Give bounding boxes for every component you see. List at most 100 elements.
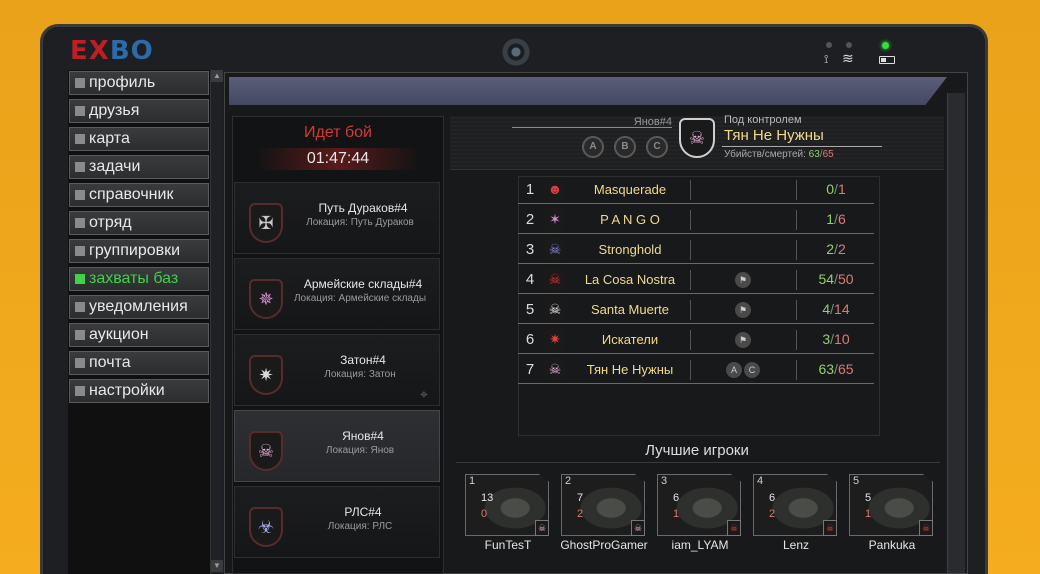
captured-points: ⚑: [698, 272, 788, 288]
sidebar-scrollbar[interactable]: ▲ ▼: [210, 70, 223, 574]
kd-stats: Убийств/смертей: 63/65: [724, 149, 834, 160]
divider: [796, 210, 797, 230]
nav-item[interactable]: захваты баз: [69, 267, 209, 291]
header-bar: [229, 77, 947, 105]
scroll-down-icon[interactable]: ▼: [211, 560, 223, 572]
nav-item-label: почта: [89, 354, 131, 371]
clan-emblem-icon: ☠: [249, 431, 283, 471]
player-deaths: 1: [673, 508, 680, 520]
player-name: FunTesT: [484, 538, 532, 552]
nav-item[interactable]: аукцион: [69, 323, 209, 347]
controlling-clan[interactable]: Тян Не Нужны: [724, 127, 824, 144]
battle-card[interactable]: ✷ Затон#4 Локация: Затон: [234, 334, 440, 406]
battle-status-title: Идет бой: [304, 124, 372, 141]
deaths: 65: [837, 361, 854, 377]
table-row[interactable]: 2 ✶ P A N G O 1/6: [518, 206, 874, 234]
kd-label: Убийств/смертей:: [724, 149, 806, 160]
rank-number: 3: [525, 241, 535, 258]
player-card[interactable]: 3 6 1 ☠ iam_LYAM: [657, 474, 743, 554]
player-deaths: 2: [577, 508, 584, 520]
point-b-badge: B: [614, 136, 636, 158]
player-kills: 6: [673, 492, 680, 504]
player-card[interactable]: 2 7 2 ☠ GhostProGamer: [560, 474, 648, 554]
clan-name: La Cosa Nostra: [584, 272, 676, 287]
table-row[interactable]: 5 ☠ Santa Muerte ⚑ 4/14: [518, 296, 874, 324]
nav-item[interactable]: профиль: [69, 71, 209, 95]
status-icons: ⟟ ≋: [824, 40, 904, 68]
nav-item-label: справочник: [89, 186, 174, 203]
table-row[interactable]: 3 ☠ Stronghold 2/2: [518, 236, 874, 264]
player-deaths: 0: [481, 508, 488, 520]
kd-kills: 63: [808, 149, 820, 160]
rank-number: 7: [525, 361, 535, 378]
kills: 63: [818, 361, 835, 377]
table-row[interactable]: 4 ☠ La Cosa Nostra ⚑ 54/50: [518, 266, 874, 294]
nav-item[interactable]: отряд: [69, 211, 209, 235]
nav-item[interactable]: настройки: [69, 379, 209, 403]
rank-number: 5: [525, 301, 535, 318]
nav-item-label: задачи: [89, 158, 141, 175]
nav-item[interactable]: уведомления: [69, 295, 209, 319]
clan-badge-icon: ☠: [919, 520, 933, 536]
kill-death-score: 4/14: [822, 301, 850, 317]
battery-icon: [879, 56, 895, 64]
nav-item[interactable]: карта: [69, 127, 209, 151]
owner-clan-emblem-icon: ☠: [679, 118, 715, 158]
player-name: iam_LYAM: [671, 538, 729, 552]
battle-name: Янов#4: [342, 429, 384, 443]
clan-emblem-icon: ☠: [544, 268, 566, 292]
nav-bullet-icon: [75, 78, 85, 88]
player-deaths: 1: [865, 508, 872, 520]
nav-item[interactable]: задачи: [69, 155, 209, 179]
kd-deaths: 65: [822, 149, 834, 160]
nav-item-label: захваты баз: [89, 270, 179, 287]
battle-location: Локация: Армейские склады: [293, 293, 427, 304]
camera-icon: [502, 38, 530, 66]
nav-bullet-icon: [75, 330, 85, 340]
battle-card[interactable]: ☠ Янов#4 Локация: Янов: [234, 410, 440, 482]
clan-badge-icon: ☠: [727, 520, 741, 536]
nav-bullet-icon: [75, 246, 85, 256]
battle-name: Армейские склады#4: [303, 277, 423, 291]
rank-number: 6: [525, 331, 535, 348]
indicator-dot: [846, 42, 852, 48]
battle-card[interactable]: ✵ Армейские склады#4 Локация: Армейские ск…: [234, 258, 440, 330]
nav-item[interactable]: друзья: [69, 99, 209, 123]
table-row[interactable]: 6 ✷ Искатели ⚑ 3/10: [518, 326, 874, 354]
power-led-icon: [882, 42, 889, 49]
player-card[interactable]: 5 5 1 ☠ Pankuka: [849, 474, 935, 554]
nav-item[interactable]: почта: [69, 351, 209, 375]
nav-item-label: аукцион: [89, 326, 149, 343]
rank-number: 4: [525, 271, 535, 288]
clan-emblem-icon: ☠: [544, 238, 566, 262]
antenna-icon: ⟟: [824, 52, 829, 66]
clan-badge-icon: ☠: [823, 520, 837, 536]
nav-item[interactable]: справочник: [69, 183, 209, 207]
scroll-up-icon[interactable]: ▲: [211, 70, 223, 82]
player-kills: 5: [865, 492, 872, 504]
flag-icon: ⚑: [735, 272, 751, 288]
clan-emblem-icon: ☣: [249, 507, 283, 547]
table-row[interactable]: 7 ☠ Тян Не Нужны A C 63/65: [518, 356, 874, 384]
battle-card[interactable]: ✠ Путь Дураков#4 Локация: Путь Дураков: [234, 182, 440, 254]
divider: [796, 330, 797, 350]
clan-emblem-icon: ✷: [544, 328, 566, 352]
deaths: 6: [837, 211, 846, 227]
player-card[interactable]: 1 13 0 ☠ FunTesT: [465, 474, 551, 554]
clan-emblem-icon: ✵: [249, 279, 283, 319]
nav-item[interactable]: группировки: [69, 239, 209, 263]
divider: [690, 330, 691, 350]
clan-name: Stronghold: [598, 242, 662, 257]
battle-location: Локация: Путь Дураков: [306, 217, 414, 228]
nav-item-label: группировки: [89, 242, 181, 259]
table-row[interactable]: 1 ☻ Masquerade 0/1: [518, 176, 874, 204]
divider: [690, 360, 691, 380]
exbo-logo: EXBO: [70, 36, 154, 66]
divider: [690, 270, 691, 290]
player-card[interactable]: 4 6 2 ☠ Lenz: [753, 474, 839, 554]
main-scrollbar[interactable]: [947, 93, 965, 573]
clan-name: P A N G O: [600, 212, 660, 227]
nav-item-label: профиль: [89, 74, 156, 91]
divider: [796, 300, 797, 320]
battle-card[interactable]: ☣ РЛС#4 Локация: РЛС: [234, 486, 440, 558]
